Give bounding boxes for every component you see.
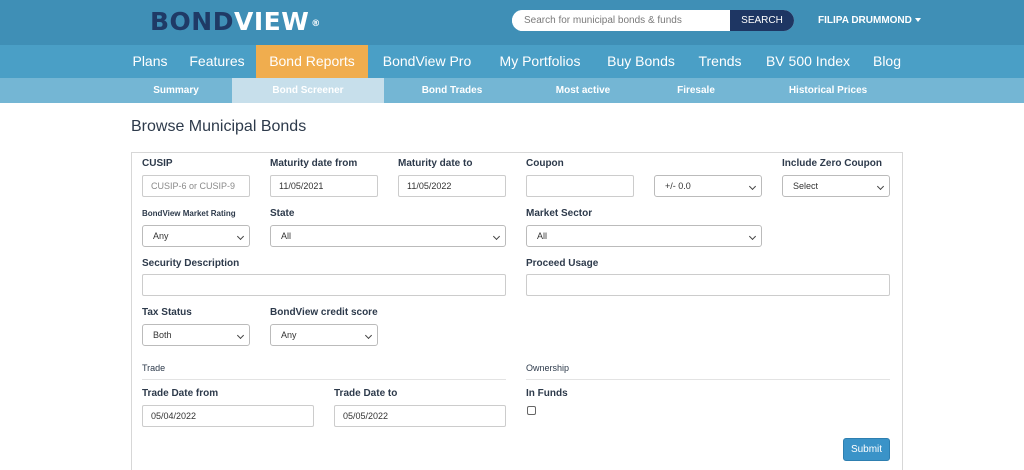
tax-status-select[interactable]: Both <box>142 324 250 346</box>
nav-plans[interactable]: Plans <box>120 45 180 78</box>
coupon-input[interactable] <box>526 175 634 197</box>
user-menu[interactable]: FILIPA DRUMMOND <box>818 15 921 26</box>
chevron-down-icon <box>492 232 501 241</box>
nav-features[interactable]: Features <box>182 45 252 78</box>
chevron-down-icon <box>748 232 757 241</box>
zero-coupon-label: Include Zero Coupon <box>782 158 882 169</box>
search-button[interactable]: SEARCH <box>730 10 794 31</box>
nav-my-portfolios[interactable]: My Portfolios <box>490 45 590 78</box>
proceed-usage-input[interactable] <box>526 274 890 296</box>
zero-coupon-value: Select <box>793 181 819 191</box>
chevron-down-icon <box>236 331 245 340</box>
tax-status-value: Both <box>153 330 172 340</box>
ownership-divider <box>526 379 890 380</box>
bondview-logo[interactable]: BONDVIEW ® <box>150 7 321 37</box>
subnav-firesale[interactable]: Firesale <box>650 78 742 103</box>
logo-registered-mark: ® <box>311 19 321 29</box>
coupon-tolerance-select[interactable]: +/- 0.0 <box>654 175 762 197</box>
chevron-down-icon <box>748 182 757 191</box>
trade-date-to-input[interactable] <box>334 405 506 427</box>
cusip-label: CUSIP <box>142 158 173 169</box>
logo-text-view: VIEW <box>233 7 310 36</box>
subnav-summary[interactable]: Summary <box>122 78 230 103</box>
logo-text-bond: BOND <box>150 7 234 36</box>
main-nav: Plans Features Bond Reports BondView Pro… <box>0 45 1024 78</box>
top-bar: BONDVIEW® SEARCH FILIPA DRUMMOND <box>0 0 1024 45</box>
market-rating-value: Any <box>153 231 169 241</box>
chevron-down-icon <box>236 232 245 241</box>
security-description-label: Security Description <box>142 258 240 269</box>
trade-date-from-input[interactable] <box>142 405 314 427</box>
subnav-most-active[interactable]: Most active <box>530 78 636 103</box>
market-sector-label: Market Sector <box>526 208 593 219</box>
maturity-to-input[interactable] <box>398 175 506 197</box>
user-name: FILIPA DRUMMOND <box>818 15 912 26</box>
ownership-section-title: Ownership <box>526 363 570 373</box>
submit-button[interactable]: Submit <box>843 438 890 461</box>
in-funds-label: In Funds <box>526 388 568 399</box>
in-funds-checkbox[interactable] <box>527 406 536 415</box>
trade-date-from-label: Trade Date from <box>142 388 219 399</box>
trade-date-to-label: Trade Date to <box>334 388 398 399</box>
nav-bv-500-index[interactable]: BV 500 Index <box>756 45 860 78</box>
subnav-bond-trades[interactable]: Bond Trades <box>398 78 506 103</box>
trade-section-title: Trade <box>142 363 166 373</box>
coupon-label: Coupon <box>526 158 564 169</box>
chevron-down-icon <box>364 331 373 340</box>
search-bar: SEARCH <box>512 10 794 31</box>
nav-trends[interactable]: Trends <box>690 45 750 78</box>
nav-bondview-pro[interactable]: BondView Pro <box>372 45 482 78</box>
nav-bond-reports[interactable]: Bond Reports <box>256 45 368 78</box>
subnav-bond-screener[interactable]: Bond Screener <box>232 78 384 103</box>
subnav-historical-prices[interactable]: Historical Prices <box>770 78 886 103</box>
state-label: State <box>270 208 295 219</box>
state-value: All <box>281 231 292 241</box>
caret-down-icon <box>914 18 921 23</box>
market-rating-label: BondView Market Rating <box>142 209 236 218</box>
maturity-from-label: Maturity date from <box>270 158 358 169</box>
maturity-to-label: Maturity date to <box>398 158 473 169</box>
nav-blog[interactable]: Blog <box>864 45 910 78</box>
security-description-input[interactable] <box>142 274 506 296</box>
state-select[interactable]: All <box>270 225 506 247</box>
market-sector-select[interactable]: All <box>526 225 762 247</box>
proceed-usage-label: Proceed Usage <box>526 258 599 269</box>
search-input[interactable] <box>512 10 730 31</box>
tax-status-label: Tax Status <box>142 307 192 318</box>
credit-score-label: BondView credit score <box>270 307 378 318</box>
coupon-tolerance-value: +/- 0.0 <box>665 181 691 191</box>
page-title: Browse Municipal Bonds <box>131 118 307 135</box>
market-sector-value: All <box>537 231 548 241</box>
chevron-down-icon <box>876 182 885 191</box>
maturity-from-input[interactable] <box>270 175 378 197</box>
cusip-input[interactable] <box>142 175 250 197</box>
trade-divider <box>142 379 506 380</box>
credit-score-value: Any <box>281 330 297 340</box>
credit-score-select[interactable]: Any <box>270 324 378 346</box>
sub-nav: Summary Bond Screener Bond Trades Most a… <box>0 78 1024 103</box>
nav-buy-bonds[interactable]: Buy Bonds <box>598 45 684 78</box>
zero-coupon-select[interactable]: Select <box>782 175 890 197</box>
market-rating-select[interactable]: Any <box>142 225 250 247</box>
